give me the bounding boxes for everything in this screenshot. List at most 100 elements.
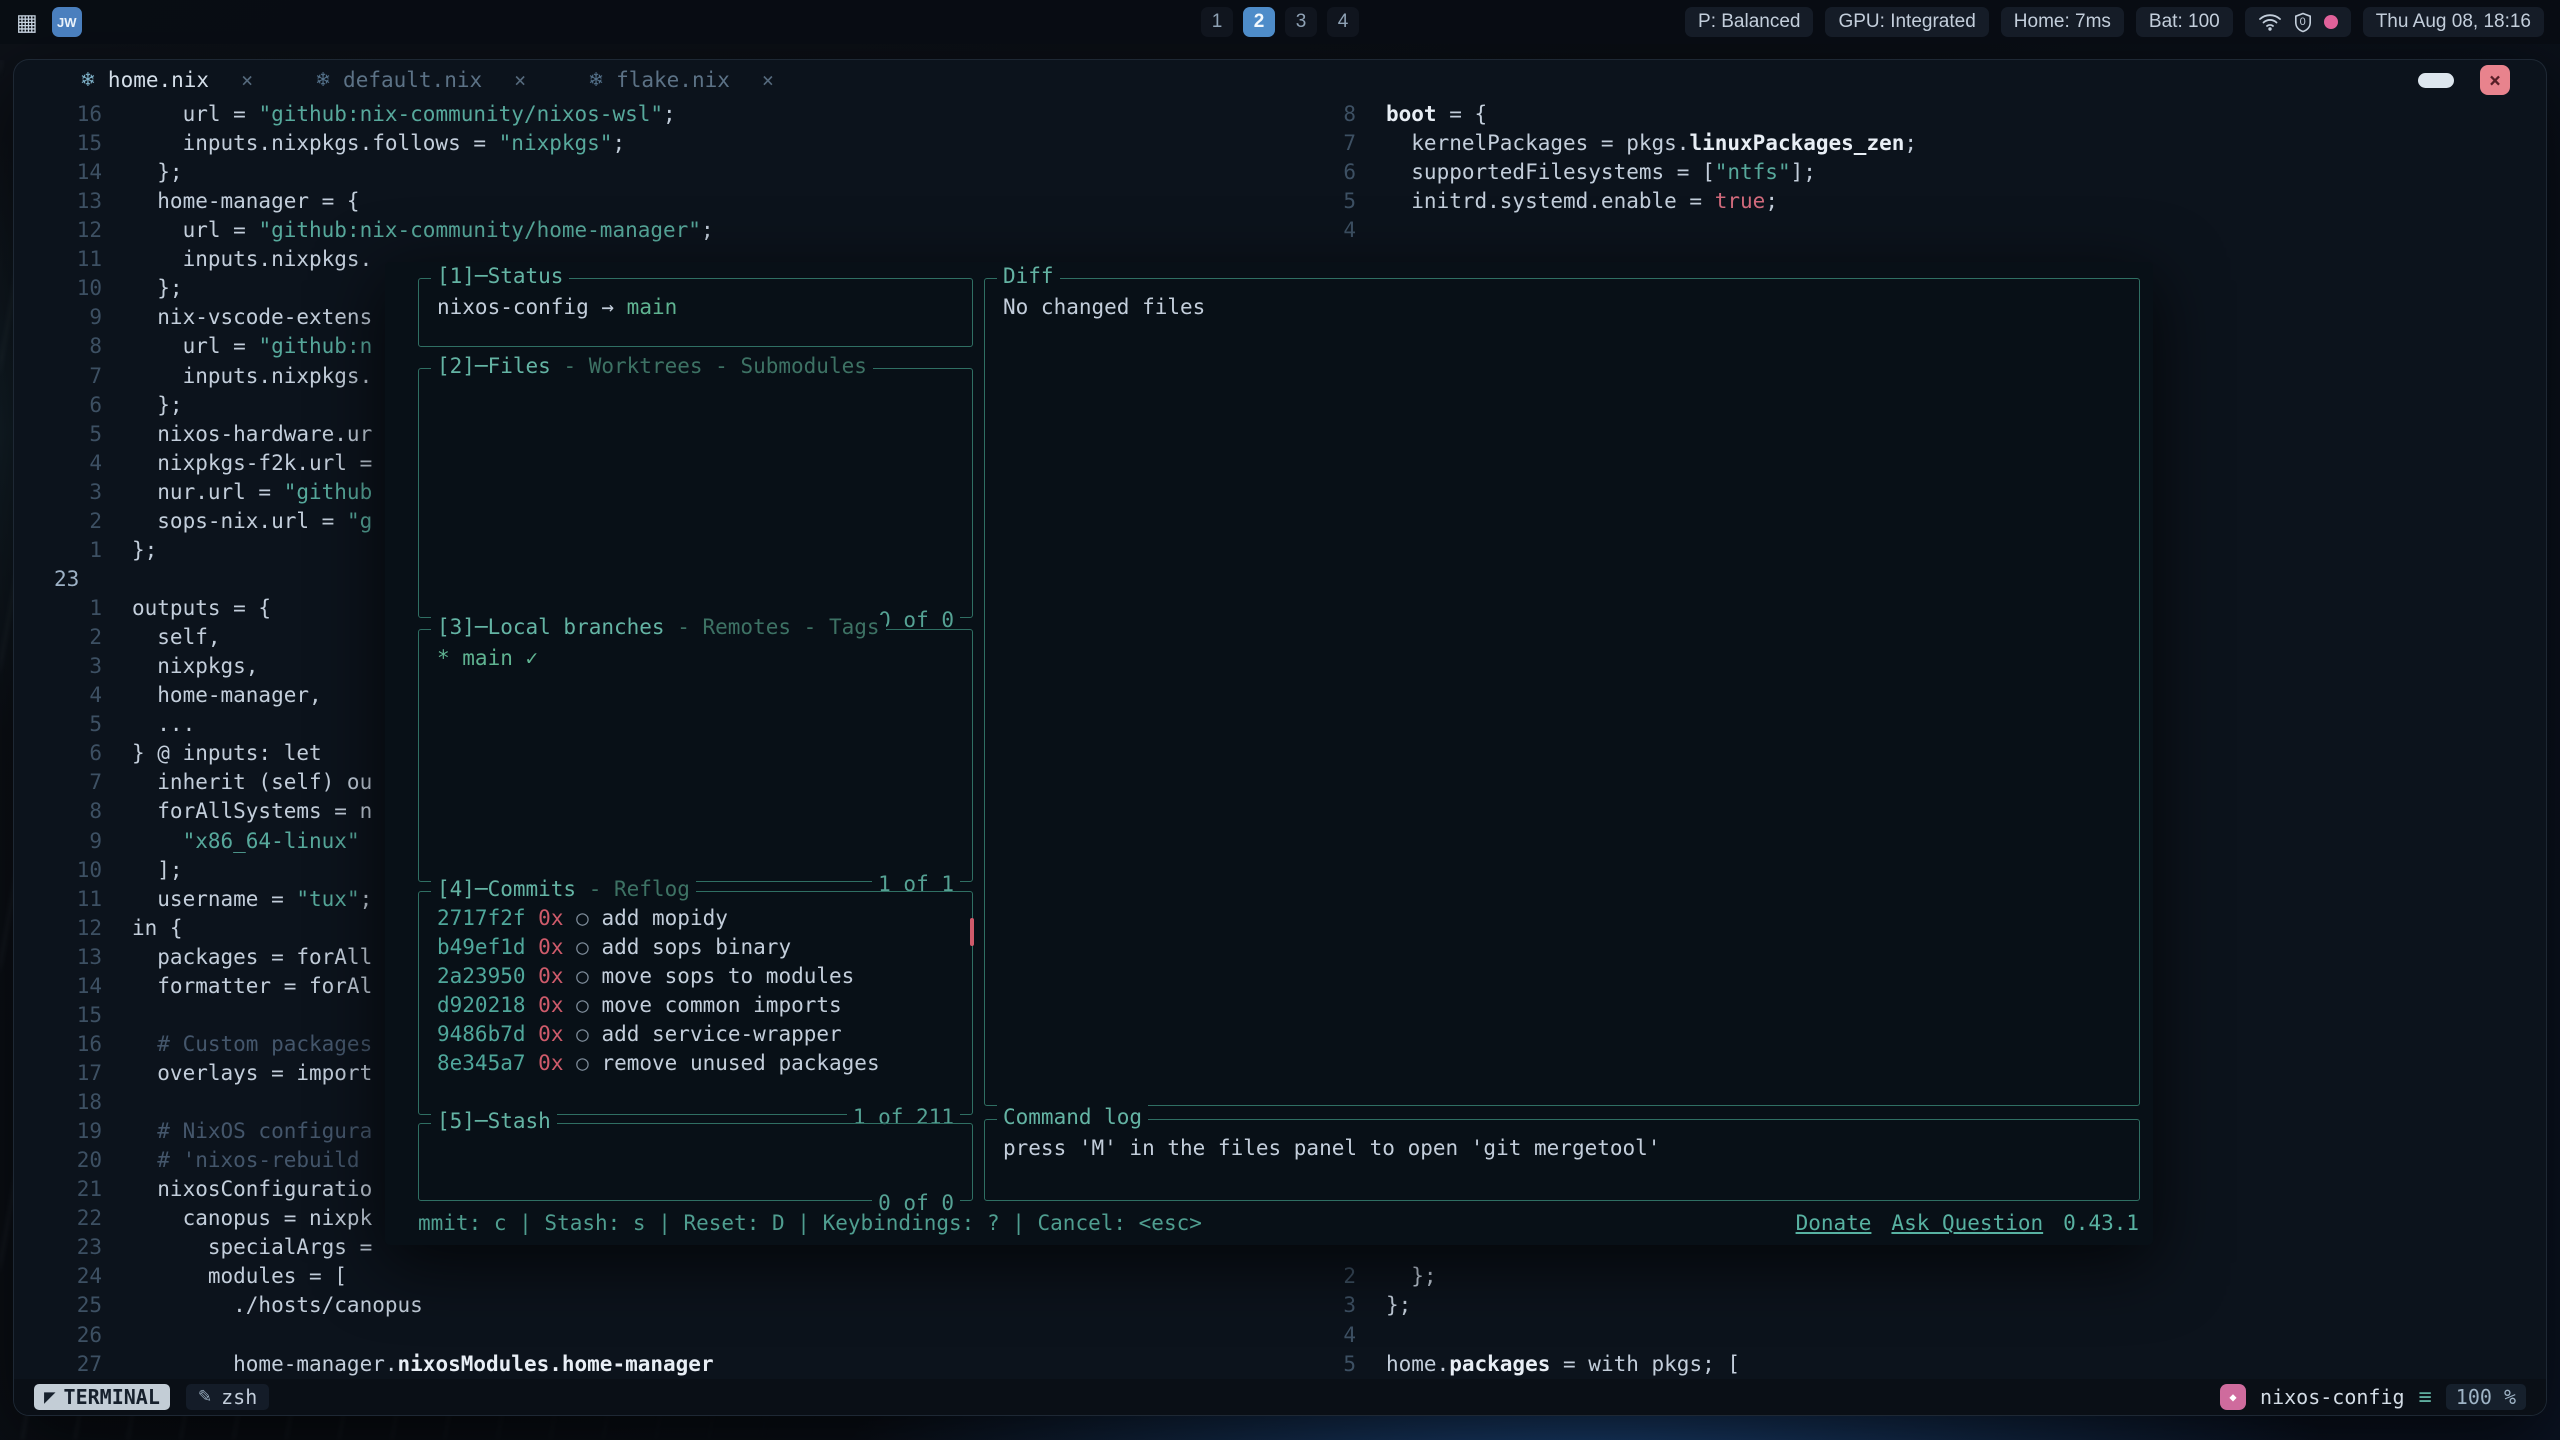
text-segment [526, 935, 539, 959]
code-text: url = "github:nix-community/home-manager… [132, 216, 714, 246]
ask-question-link[interactable]: Ask Question [1891, 1211, 2043, 1235]
commit-row[interactable]: d920218 0x ○ move common imports [437, 991, 954, 1020]
window-pill-button[interactable] [2418, 73, 2454, 88]
code-text: inputs.nixpkgs. [132, 362, 372, 392]
code-text: nixosConfiguratio [132, 1175, 372, 1205]
line-number: 14 [14, 158, 102, 188]
code-text: outputs = { [132, 594, 271, 624]
line-number: 10 [14, 274, 102, 304]
line-number: 4 [1268, 1321, 1356, 1351]
commits-scrollbar-thumb[interactable] [970, 918, 974, 946]
code-text: self, [132, 623, 221, 653]
tab-zsh[interactable]: ✎ zsh [186, 1384, 269, 1410]
code-line: 12 url = "github:nix-community/home-mana… [14, 216, 1268, 246]
app-launcher-icon[interactable]: ▦ [16, 11, 38, 34]
line-number: 4 [1268, 216, 1356, 246]
zellij-status-bar: ◤ TERMINAL ✎ zsh ◆ nixos-config ≡ 100 % [14, 1379, 2546, 1415]
commit-message: add sops binary [601, 935, 791, 959]
line-number: 15 [14, 1001, 102, 1031]
lazygit-files-panel[interactable]: [2]─Files - Worktrees - Submodules 0 of … [418, 368, 973, 618]
lazygit-stash-panel[interactable]: [5]─Stash 0 of 0 [418, 1123, 973, 1201]
lazygit-branches-panel[interactable]: [3]─Local branches - Remotes - Tags * ma… [418, 629, 973, 882]
commit-message: remove unused packages [601, 1051, 879, 1075]
text-segment: modules = [ [132, 1264, 347, 1288]
window-close-button[interactable]: × [2480, 65, 2510, 95]
code-text: supportedFilesystems = ["ntfs"]; [1386, 158, 1816, 188]
commit-list: 2717f2f 0x ○ add mopidyb49ef1d 0x ○ add … [419, 892, 972, 1092]
commit-row[interactable]: 2717f2f 0x ○ add mopidy [437, 904, 954, 933]
code-text: formatter = forAl [132, 972, 372, 1002]
code-text: sops-nix.url = "g [132, 507, 372, 537]
code-text: modules = [ [132, 1262, 347, 1292]
text-segment [526, 1022, 539, 1046]
text-segment [589, 935, 602, 959]
text-segment: nixpkgs, [132, 654, 258, 678]
text-segment: ; [1765, 189, 1778, 213]
code-line: 16 url = "github:nix-community/nixos-wsl… [14, 100, 1268, 130]
branch-row[interactable]: * main ✓ [437, 644, 954, 673]
code-text: } @ inputs: let [132, 739, 322, 769]
line-number: 2 [14, 507, 102, 537]
line-number: 9 [14, 303, 102, 333]
commit-row[interactable]: 9486b7d 0x ○ add service-wrapper [437, 1020, 954, 1049]
workspace-button-3[interactable]: 3 [1285, 7, 1317, 37]
commit-graph-node: ○ [576, 993, 589, 1017]
line-number: 5 [1268, 1350, 1356, 1379]
buffer-tab-flake.nix[interactable]: ❄flake.nix× [588, 68, 774, 92]
donate-link[interactable]: Donate [1796, 1211, 1872, 1235]
text-segment: home-manager. [132, 1352, 398, 1376]
command-log-title: Command log [997, 1105, 1148, 1129]
text-segment: nur.url = [132, 480, 284, 504]
tab-close-icon[interactable]: × [514, 68, 526, 92]
buffer-tab-label: flake.nix [616, 68, 730, 92]
app-badge[interactable]: JW [52, 7, 82, 37]
lazygit-floating-pane: [1]─Status nixos-config → main [2]─Files… [385, 262, 2153, 1245]
text-segment: ; [360, 887, 373, 911]
tab-close-icon[interactable]: × [241, 68, 253, 92]
buffer-tab-home.nix[interactable]: ❄home.nix× [80, 68, 253, 92]
line-number: 17 [14, 1059, 102, 1089]
commit-message: add mopidy [601, 906, 727, 930]
mode-indicator: ◤ TERMINAL [34, 1384, 170, 1410]
text-segment: url = [132, 102, 258, 126]
text-segment: # Custom packages [132, 1032, 372, 1056]
network-icon[interactable] [2258, 12, 2282, 32]
commit-hash: 8e345a7 [437, 1051, 526, 1075]
commit-row[interactable]: 2a23950 0x ○ move sops to modules [437, 962, 954, 991]
window-controls: × [2418, 60, 2510, 100]
workspace-button-4[interactable]: 4 [1327, 7, 1359, 37]
commits-panel-title: [4]─Commits - Reflog [431, 877, 696, 901]
workspace-button-1[interactable]: 1 [1201, 7, 1233, 37]
line-number: 4 [14, 449, 102, 479]
text-segment: ; [701, 218, 714, 242]
code-text: overlays = import [132, 1059, 372, 1089]
text-segment: ./hosts/canopus [132, 1293, 423, 1317]
tab-bar-tabs: ❄home.nix×❄default.nix×❄flake.nix× [80, 68, 836, 92]
commit-author: 0x [538, 1051, 563, 1075]
commit-row[interactable]: b49ef1d 0x ○ add sops binary [437, 933, 954, 962]
commit-row[interactable]: 8e345a7 0x ○ remove unused packages [437, 1049, 954, 1078]
lazygit-commits-panel[interactable]: [4]─Commits - Reflog 2717f2f 0x ○ add mo… [418, 891, 973, 1115]
code-text: ./hosts/canopus [132, 1291, 423, 1321]
topbar-modules: P: BalancedGPU: IntegratedHome: 7msBat: … [1685, 7, 2233, 37]
code-line: 24 modules = [ [14, 1262, 1268, 1292]
shield-icon[interactable]: 0 [2294, 12, 2312, 33]
record-dot-icon[interactable] [2324, 15, 2338, 29]
lazygit-status-panel[interactable]: [1]─Status nixos-config → main [418, 278, 973, 347]
lazygit-diff-panel[interactable]: Diff No changed files [984, 278, 2140, 1106]
code-text: in { [132, 914, 183, 944]
layout-icon[interactable]: ≡ [2419, 1385, 2432, 1410]
text-segment [589, 964, 602, 988]
commit-graph-node: ○ [576, 1051, 589, 1075]
commit-author: 0x [538, 906, 563, 930]
text-segment: supportedFilesystems = [ [1386, 160, 1715, 184]
commit-hash: b49ef1d [437, 935, 526, 959]
workspace-button-2[interactable]: 2 [1243, 7, 1275, 37]
commit-author: 0x [538, 993, 563, 1017]
text-segment: nixos-hardware.ur [132, 422, 372, 446]
tab-close-icon[interactable]: × [762, 68, 774, 92]
buffer-tab-default.nix[interactable]: ❄default.nix× [315, 68, 526, 92]
text-segment: boot [1386, 102, 1437, 126]
text-segment: packages = forAll [132, 945, 372, 969]
lazygit-command-log-panel[interactable]: Command log press 'M' in the files panel… [984, 1119, 2140, 1201]
